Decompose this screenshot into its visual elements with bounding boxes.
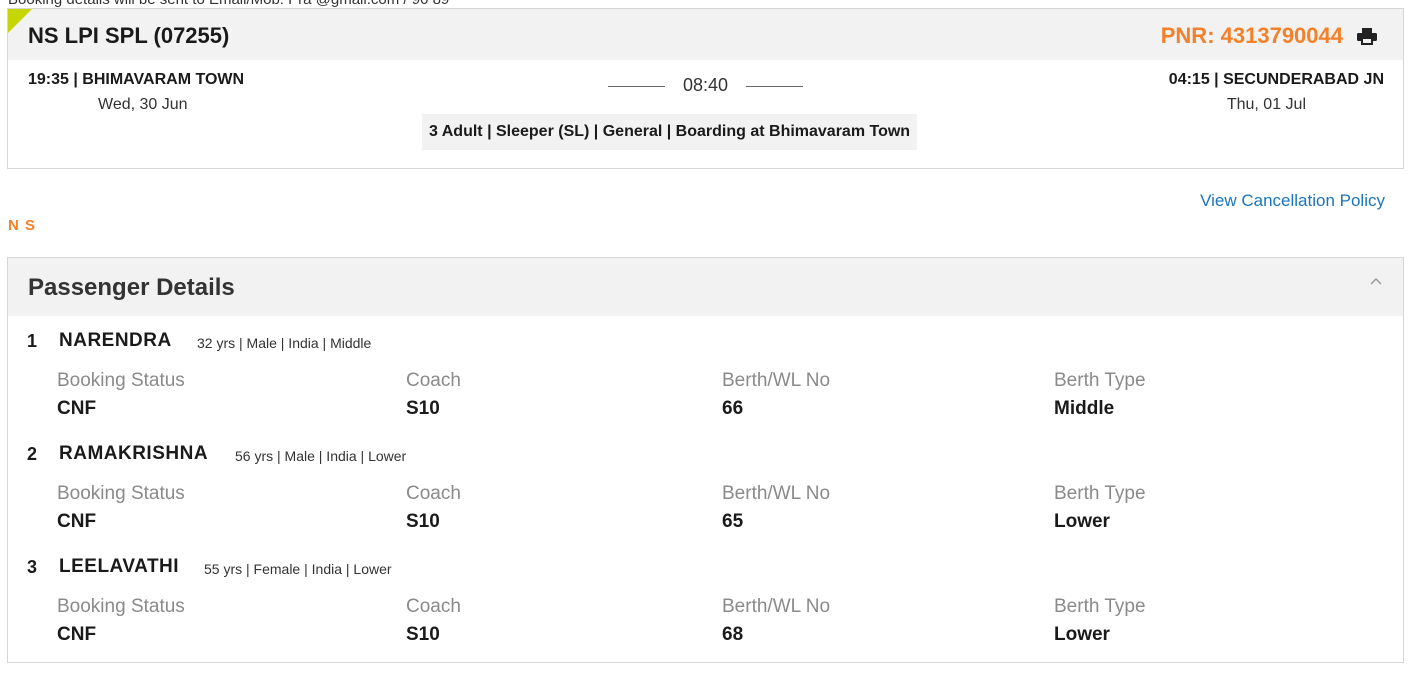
berth-type-field: Berth Type Lower (1054, 483, 1146, 533)
journey-duration: 08:40 (608, 75, 803, 97)
berth-no-field: Berth/WL No 65 (722, 483, 830, 533)
coach-field: Coach S10 (406, 370, 461, 420)
arrival-date: Thu, 01 Jul (1226, 96, 1306, 113)
coach-value: S10 (406, 398, 440, 419)
booking-status-value: CNF (57, 398, 97, 419)
passenger-details-header[interactable]: Passenger Details (8, 258, 1403, 316)
passenger-name: NARENDRA (59, 330, 172, 351)
passenger-row: 2 RAMAKRISHNA 56 yrs | Male | India | Lo… (8, 429, 1403, 542)
passenger-name: RAMAKRISHNA (59, 443, 209, 464)
berth-type-field: Berth Type Lower (1054, 596, 1146, 646)
booking-status-label: Booking Status (57, 370, 185, 391)
passenger-details-panel: Passenger Details 1 NARENDRA 32 yrs | Ma… (7, 257, 1404, 663)
coach-field: Coach S10 (406, 596, 461, 646)
berth-type-field: Berth Type Middle (1054, 370, 1146, 420)
berth-type-label: Berth Type (1054, 370, 1146, 391)
departure-date: Wed, 30 Jun (98, 96, 188, 113)
berth-no-field: Berth/WL No 68 (722, 596, 830, 646)
booking-status-value: CNF (57, 624, 97, 645)
passenger-details-title: Passenger Details (28, 274, 235, 301)
booking-status-value: CNF (57, 511, 97, 532)
berth-no-label: Berth/WL No (722, 596, 831, 617)
berth-no-value: 65 (722, 511, 744, 532)
berth-no-value: 66 (722, 398, 744, 419)
coach-label: Coach (406, 596, 461, 617)
train-name: NS LPI SPL (07255) (28, 23, 230, 48)
view-cancellation-policy-link[interactable]: View Cancellation Policy (1200, 191, 1385, 211)
booking-status-label: Booking Status (57, 483, 185, 504)
passenger-row: 3 LEELAVATHI 55 yrs | Female | India | L… (8, 542, 1403, 655)
departure-time-station: 19:35 | BHIMAVARAM TOWN (28, 71, 245, 88)
passenger-meta: 55 yrs | Female | India | Lower (204, 561, 392, 577)
coach-value: S10 (406, 624, 440, 645)
ns-label: N S (8, 217, 37, 234)
chevron-up-icon[interactable] (1369, 276, 1383, 286)
berth-no-label: Berth/WL No (722, 370, 831, 391)
passenger-row: 1 NARENDRA 32 yrs | Male | India | Middl… (8, 316, 1403, 429)
berth-type-label: Berth Type (1054, 483, 1146, 504)
printer-icon[interactable] (1357, 28, 1377, 45)
coach-value: S10 (406, 511, 440, 532)
passenger-number: 2 (27, 444, 38, 464)
train-card: NS LPI SPL (07255) PNR: 4313790044 19:35… (7, 8, 1404, 169)
passenger-number: 1 (27, 331, 38, 351)
passenger-number: 3 (27, 557, 38, 577)
booking-status-field: Booking Status CNF (57, 370, 185, 420)
coach-field: Coach S10 (406, 483, 461, 533)
passenger-name: LEELAVATHI (59, 556, 180, 577)
booking-status-field: Booking Status CNF (57, 596, 185, 646)
passenger-meta: 32 yrs | Male | India | Middle (197, 335, 372, 351)
coach-label: Coach (406, 483, 461, 504)
arrival-time-station: 04:15 | SECUNDERABAD JN (1168, 71, 1384, 88)
email-notice: Booking details will be sent to Email/Mo… (8, 0, 449, 8)
berth-type-value: Lower (1054, 511, 1110, 532)
berth-type-label: Berth Type (1054, 596, 1146, 617)
train-header: NS LPI SPL (07255) PNR: 4313790044 (8, 9, 1403, 60)
berth-no-label: Berth/WL No (722, 483, 831, 504)
duration-line-right (746, 86, 803, 87)
coach-label: Coach (406, 370, 461, 391)
booking-status-field: Booking Status CNF (57, 483, 185, 533)
pnr-number: PNR: 4313790044 (1160, 23, 1343, 48)
berth-type-value: Lower (1054, 624, 1110, 645)
berth-type-value: Middle (1054, 398, 1115, 419)
berth-no-value: 68 (722, 624, 744, 645)
booking-status-label: Booking Status (57, 596, 185, 617)
passenger-meta: 56 yrs | Male | India | Lower (235, 448, 407, 464)
berth-no-field: Berth/WL No 66 (722, 370, 830, 420)
booking-summary: 3 Adult | Sleeper (SL) | General | Board… (422, 114, 918, 150)
